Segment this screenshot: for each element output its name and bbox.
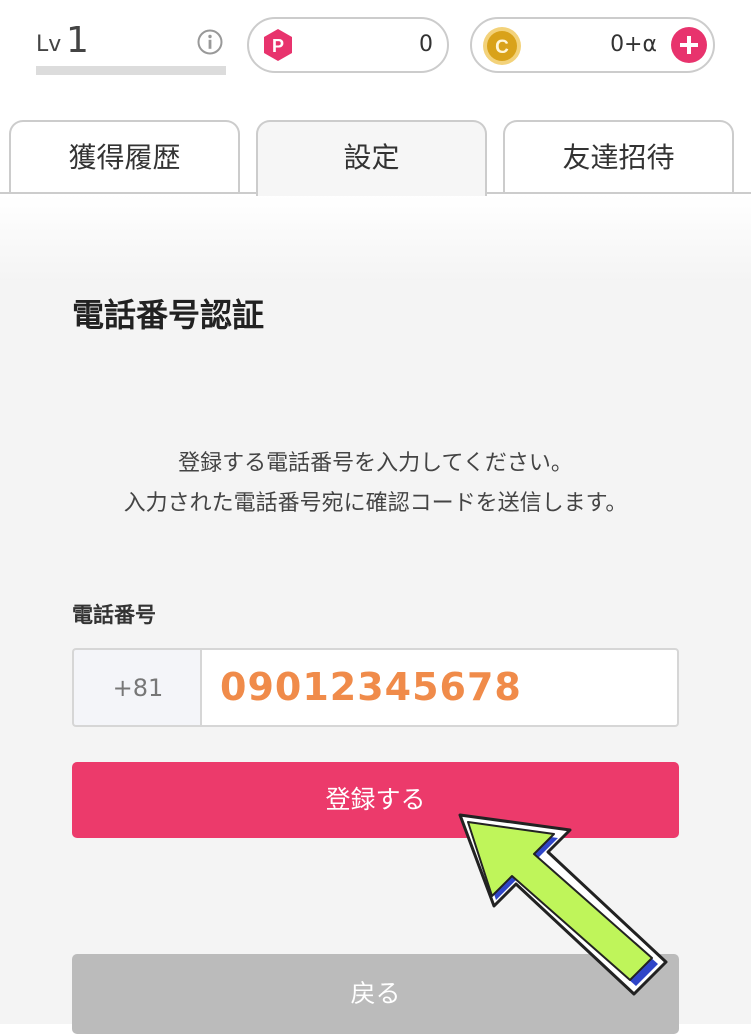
phone-number-input[interactable]: 09012345678 — [200, 648, 679, 727]
info-icon[interactable] — [197, 29, 223, 55]
level-prefix: Lv — [36, 32, 62, 57]
coins-display[interactable]: C 0+α — [470, 17, 715, 73]
tab-invite[interactable]: 友達招待 — [503, 120, 734, 194]
top-bar: Lv 1 P 0 C 0+α — [0, 0, 751, 100]
tab-bar: 獲得履歴 設定 友達招待 — [0, 120, 751, 196]
phone-label: 電話番号 — [72, 603, 156, 627]
country-code: +81 — [72, 648, 202, 727]
level-progress-bar — [36, 66, 226, 75]
plus-icon — [680, 36, 698, 54]
add-coins-button[interactable] — [671, 27, 707, 63]
description: 登録する電話番号を入力してください。 入力された電話番号宛に確認コードを送信しま… — [0, 444, 751, 524]
coin-icon-letter: C — [495, 37, 509, 58]
tab-history[interactable]: 獲得履歴 — [9, 120, 240, 194]
phone-field: +81 09012345678 — [72, 648, 679, 727]
pointer-arrow-icon — [458, 813, 668, 996]
points-display[interactable]: P 0 — [247, 17, 449, 73]
points-value: 0 — [419, 32, 433, 57]
description-line-2: 入力された電話番号宛に確認コードを送信します。 — [123, 491, 628, 516]
coin-icon: C — [483, 27, 521, 65]
page-title: 電話番号認証 — [72, 296, 265, 334]
description-line-1: 登録する電話番号を入力してください。 — [178, 451, 573, 476]
points-icon-letter: P — [272, 36, 284, 56]
level-value: 1 — [66, 20, 89, 61]
tab-settings[interactable]: 設定 — [256, 120, 487, 196]
coins-value: 0+α — [610, 32, 657, 57]
points-icon: P — [264, 29, 292, 61]
